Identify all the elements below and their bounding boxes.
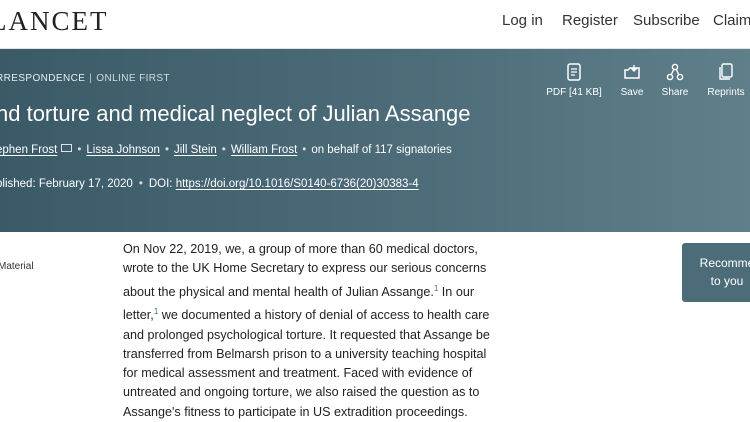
reprints-button[interactable]: Reprints	[696, 63, 750, 98]
claim-link[interactable]: Claim	[713, 12, 750, 29]
info-separator: •	[138, 178, 143, 190]
recommend-line2: to you	[710, 274, 744, 288]
supplementary-material-link[interactable]: Material	[0, 261, 34, 272]
email-icon[interactable]	[61, 144, 73, 152]
save-label: Save	[620, 87, 644, 98]
share-icon	[666, 63, 684, 81]
author-separator: •	[164, 144, 169, 156]
login-link[interactable]: Log in	[502, 12, 543, 29]
subscribe-link[interactable]: Subscribe	[633, 12, 700, 29]
author-link[interactable]: William Frost	[231, 144, 297, 156]
publication-info: blished: February 17, 2020 • DOI: https://…	[0, 178, 419, 190]
top-bar: LANCET Log in Register Subscribe Claim	[0, 0, 750, 49]
reprints-label: Reprints	[707, 87, 745, 98]
doi-label: DOI:	[148, 178, 173, 190]
paragraph-text: we documented a history of denial of acc…	[123, 308, 490, 419]
breadcrumb: RRESPONDENCE | ONLINE FIRST	[0, 73, 170, 84]
author-separator: •	[302, 144, 307, 156]
recommend-line1: Recomme	[699, 256, 750, 270]
author-link[interactable]: Lissa Johnson	[86, 144, 160, 156]
pdf-label: PDF [41 KB]	[546, 87, 602, 98]
pdf-icon	[567, 63, 581, 81]
breadcrumb-separator: |	[89, 73, 93, 84]
published-date: blished: February 17, 2020	[0, 178, 133, 190]
online-first-label: ONLINE FIRST	[96, 73, 170, 84]
recommend-button[interactable]: Recomme to you	[682, 243, 750, 302]
author-list: ephen Frost • Lissa Johnson • Jill Stein • Wil…	[0, 144, 452, 156]
register-link[interactable]: Register	[562, 12, 618, 29]
article-type-link[interactable]: RRESPONDENCE	[0, 73, 85, 84]
reprints-icon	[719, 63, 733, 80]
article-header-banner: RRESPONDENCE | ONLINE FIRST nd torture and…	[0, 49, 750, 232]
article-body: On Nov 22, 2019, we, a group of more tha…	[123, 240, 503, 422]
pdf-button[interactable]: PDF [41 KB]	[544, 63, 604, 98]
author-link[interactable]: ephen Frost	[0, 144, 57, 156]
share-label: Share	[661, 87, 689, 98]
signatories-note: on behalf of 117 signatories	[311, 144, 452, 156]
doi-link[interactable]: https://doi.org/10.1016/S0140-6736(20)30…	[176, 178, 419, 190]
save-icon	[624, 65, 640, 79]
author-link[interactable]: Jill Stein	[174, 144, 217, 156]
article-title: nd torture and medical neglect of Julian…	[0, 101, 471, 126]
site-logo[interactable]: LANCET	[0, 6, 108, 37]
paragraph-text: On Nov 22, 2019, we, a group of more tha…	[123, 242, 487, 299]
author-separator: •	[77, 144, 82, 156]
author-separator: •	[221, 144, 226, 156]
